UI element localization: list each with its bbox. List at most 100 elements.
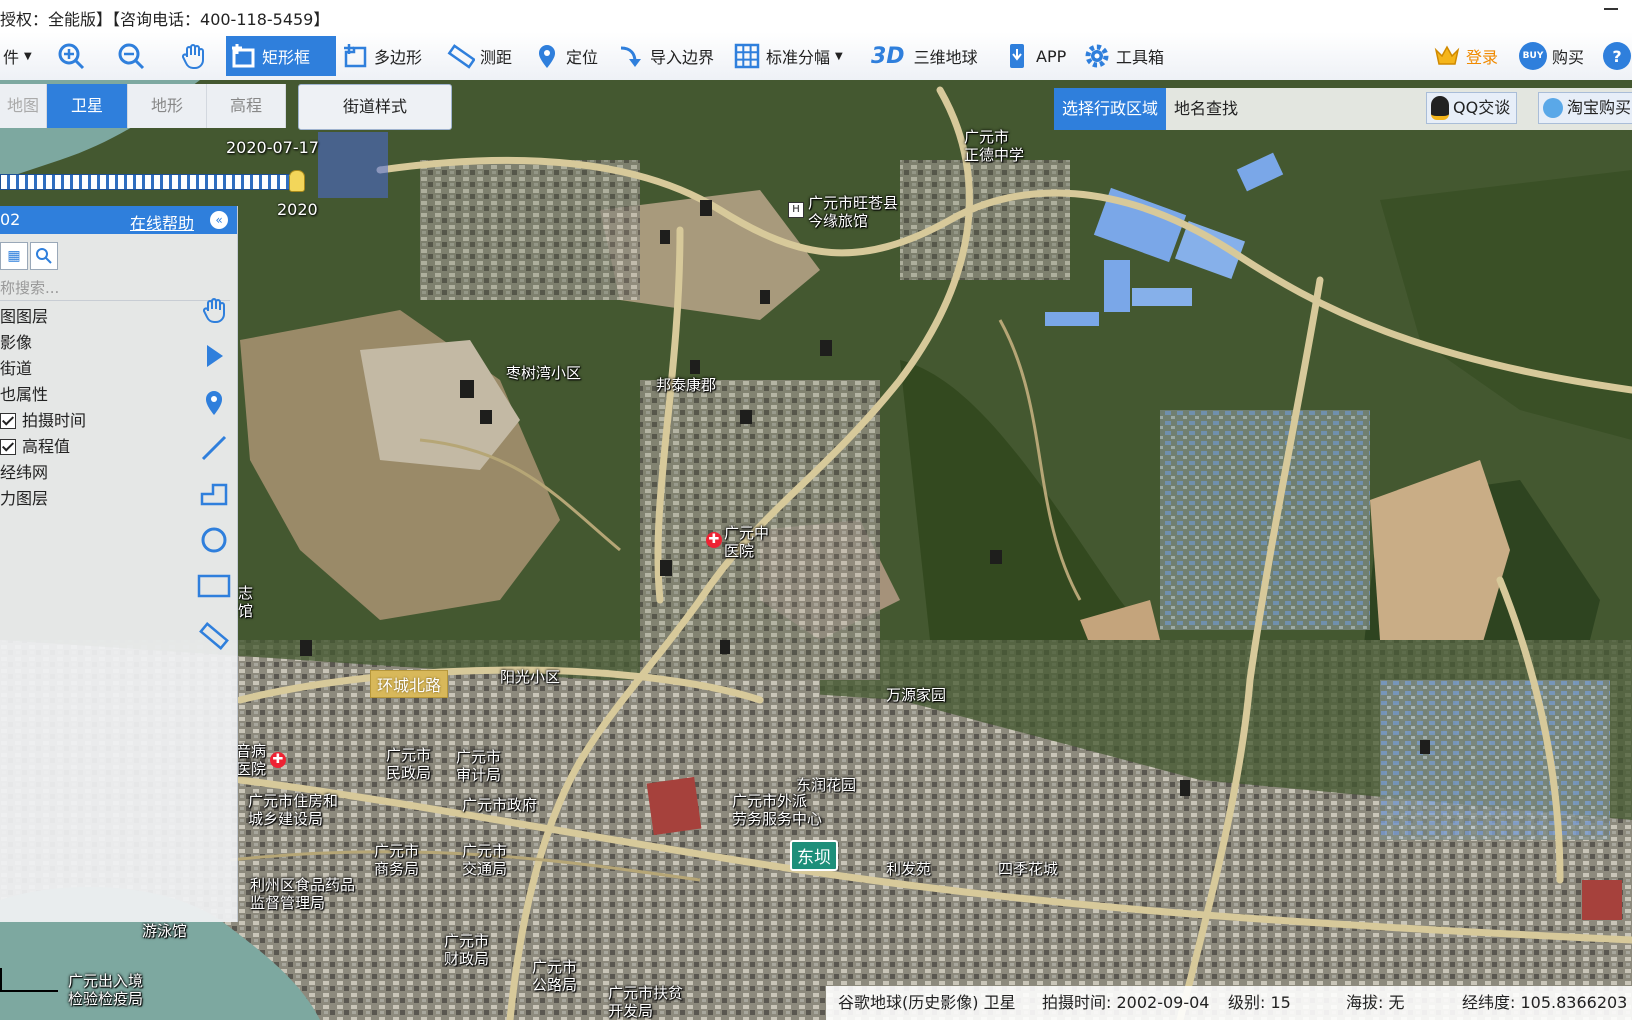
zoom-in-button[interactable]: [54, 36, 88, 76]
place-text: 利州区食品药品 监督管理局: [250, 876, 356, 912]
3d-globe-button[interactable]: 3D 三维地球: [868, 36, 981, 76]
place-text: 音病 医院: [236, 742, 267, 778]
place-label: 万源家园: [886, 686, 946, 704]
rect-select-label: 矩形框: [262, 48, 311, 67]
road-label: 环城北路: [370, 670, 449, 698]
layer-label: 街道: [0, 359, 33, 378]
measure-label: 测距: [480, 48, 513, 67]
qq-chat-label: QQ交谈: [1453, 98, 1511, 117]
search-button[interactable]: [30, 242, 58, 270]
file-menu[interactable]: 件 ▼: [0, 36, 35, 76]
place-label: 枣树湾小区: [506, 364, 581, 382]
rect-select-button[interactable]: 矩形框: [226, 36, 336, 76]
place-label: 利州区食品药品 监督管理局: [250, 876, 355, 912]
satellite-map[interactable]: 广元市 正德中学 广元市旺苍县 今缘旅馆 枣树湾小区 邦泰康郡 广元中 医院 阳…: [0, 80, 1632, 1020]
help-icon: ?: [1603, 42, 1631, 70]
select-region-button[interactable]: 选择行政区域: [1054, 88, 1167, 130]
timeline-handle[interactable]: [289, 170, 305, 192]
tab-map[interactable]: 地图: [0, 84, 47, 128]
import-boundary-button[interactable]: 导入边界: [614, 36, 717, 76]
place-text: 广元市 民政局: [386, 746, 432, 782]
place-text: 广元市扶贫 开发局: [608, 984, 684, 1020]
hand-tool[interactable]: [194, 290, 234, 330]
place-text: 志 馆: [238, 584, 254, 620]
map-type-tabs: 地图 卫星 地形 高程: [0, 84, 286, 128]
place-text: 游泳馆: [142, 922, 188, 940]
scale-bar: [0, 968, 58, 992]
layers-icon: ▦: [7, 248, 21, 264]
locate-button[interactable]: 定位: [530, 36, 601, 76]
chevron-down-icon: ▼: [24, 50, 32, 62]
3d-globe-label: 三维地球: [913, 48, 978, 67]
line-tool[interactable]: [194, 428, 234, 468]
layer-item[interactable]: 力图层: [0, 486, 188, 512]
zoom-in-icon: [57, 42, 85, 70]
layer-item[interactable]: 影像: [0, 330, 188, 356]
buy-button[interactable]: BUY 购买: [1516, 36, 1587, 76]
place-text: 万源家园: [886, 686, 947, 704]
place-search-button[interactable]: 地名查找: [1166, 88, 1246, 130]
cursor-arrow-icon: [207, 345, 223, 367]
layer-item[interactable]: 街道: [0, 356, 188, 382]
place-text: 枣树湾小区: [506, 364, 582, 382]
help-button[interactable]: ?: [1600, 36, 1632, 76]
buy-label: 购买: [1552, 48, 1585, 67]
layer-label: 拍摄时间: [22, 411, 87, 430]
place-label: 广元出入境 检验检疫局: [68, 972, 143, 1008]
online-help-link[interactable]: 在线帮助: [130, 210, 194, 234]
place-text: 广元市 公路局: [532, 958, 578, 994]
street-style-button[interactable]: 街道样式: [298, 84, 452, 130]
polygon-button[interactable]: 多边形: [338, 36, 425, 76]
taobao-buy-button[interactable]: 淘宝购买: [1538, 92, 1632, 124]
app-button[interactable]: APP: [1000, 36, 1069, 76]
polyline-tool[interactable]: [194, 474, 234, 514]
layer-checkbox[interactable]: [0, 413, 16, 429]
import-boundary-label: 导入边界: [650, 48, 715, 67]
tab-terrain[interactable]: 地形: [128, 84, 207, 128]
marker-tool[interactable]: [194, 382, 234, 422]
minimize-button[interactable]: [1604, 8, 1618, 10]
zoom-out-button[interactable]: [114, 36, 148, 76]
collapse-icon[interactable]: «: [210, 211, 228, 229]
circle-icon: [201, 527, 227, 553]
toolbox-button[interactable]: 工具箱: [1080, 36, 1167, 76]
layer-toggle-button[interactable]: ▦: [0, 242, 28, 270]
place-label: 游泳馆: [142, 922, 187, 940]
locate-label: 定位: [566, 48, 599, 67]
tab-elevation[interactable]: 高程: [207, 84, 286, 128]
tab-satellite[interactable]: 卫星: [47, 84, 128, 128]
hospital-icon: ✚: [270, 752, 286, 768]
chevron-down-icon: ▼: [835, 50, 843, 62]
place-text: 广元市政府: [462, 796, 538, 814]
rectangle-tool[interactable]: [194, 566, 234, 606]
measure-button[interactable]: 测距: [444, 36, 515, 76]
layer-item[interactable]: 也属性: [0, 382, 188, 408]
select-tool[interactable]: [194, 336, 234, 376]
crown-icon: [1433, 42, 1461, 70]
history-timeline[interactable]: [0, 174, 302, 190]
pan-button[interactable]: [176, 36, 210, 76]
hospital-icon: ✚: [706, 532, 722, 548]
place-label: 音病 医院: [236, 742, 266, 778]
place-label: 广元市 公路局: [532, 958, 577, 994]
polygon-icon: [341, 42, 369, 70]
polyline-icon: [200, 483, 228, 506]
login-button[interactable]: 登录: [1430, 36, 1501, 76]
layer-checkbox[interactable]: [0, 439, 16, 455]
place-label: 广元市 交通局: [462, 842, 507, 878]
status-bar: 谷歌地球(历史影像) 卫星 拍摄时间: 2002-09-04 级别: 15 海拔…: [826, 986, 1632, 1020]
standard-tiles-menu[interactable]: 标准分幅 ▼: [730, 36, 846, 76]
toolbar: 件 ▼ 矩形框 多边形 测距 定位 导入边界 标准分幅 ▼ 3D 三维地球 AP…: [0, 32, 1632, 81]
layer-item[interactable]: 经纬网: [0, 460, 188, 486]
gear-icon: [1083, 42, 1111, 70]
layer-item[interactable]: 拍摄时间: [0, 408, 188, 434]
line-icon: [201, 435, 227, 461]
layer-item[interactable]: 图图层: [0, 304, 188, 330]
title-text: 授权：全能版】【咨询电话：400-118-5459】: [0, 6, 329, 30]
zoom-level: 级别: 15: [1228, 993, 1291, 1012]
ruler-tool[interactable]: [194, 616, 234, 656]
circle-tool[interactable]: [194, 520, 234, 560]
qq-chat-button[interactable]: QQ交谈: [1426, 92, 1518, 124]
place-text: 四季花城: [998, 860, 1059, 878]
layer-item[interactable]: 高程值: [0, 434, 188, 460]
